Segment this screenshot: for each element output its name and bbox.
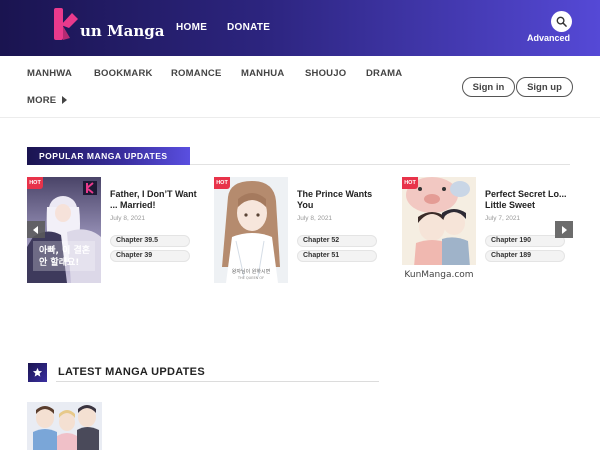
category-bookmark[interactable]: BOOKMARK (94, 68, 153, 79)
category-romance[interactable]: ROMANCE (171, 68, 221, 79)
section-divider (190, 164, 570, 165)
more-menu[interactable]: MORE (27, 95, 68, 106)
manga-title[interactable]: The Prince Wants You (297, 189, 389, 211)
popular-section-header: POPULAR MANGA UPDATES (27, 147, 190, 165)
star-icon (32, 367, 43, 377)
chapter-link[interactable]: Chapter 190 (485, 235, 565, 247)
manga-card[interactable]: 아빠, 이 결혼 안 할래요! HOT Father, I Don’T Want… (27, 177, 207, 283)
manga-title[interactable]: Father, I Don’T Want ... Married! (110, 189, 202, 211)
chapter-link[interactable]: Chapter 51 (297, 250, 377, 262)
chapter-link[interactable]: Chapter 52 (297, 235, 377, 247)
advanced-search-link[interactable]: Advanced (527, 33, 570, 43)
hot-badge: HOT (214, 177, 230, 189)
chevron-right-icon (562, 225, 567, 234)
category-manhwa[interactable]: MANHWA (27, 68, 72, 79)
manga-cover[interactable]: KunManga.com HOT (402, 177, 476, 283)
svg-text:아빠, 이 결혼: 아빠, 이 결혼 (39, 244, 90, 256)
search-button[interactable] (551, 11, 572, 32)
logo-k-icon (54, 8, 78, 40)
category-manhua[interactable]: MANHUA (241, 68, 284, 79)
latest-manga-cover[interactable] (27, 402, 102, 450)
hot-badge: HOT (402, 177, 418, 189)
caret-right-icon (62, 96, 68, 104)
more-label: MORE (27, 95, 57, 106)
svg-text:THE QUEEN OF: THE QUEEN OF (237, 276, 264, 280)
manga-date: July 8, 2021 (110, 215, 146, 222)
category-drama[interactable]: DRAMA (366, 68, 402, 79)
cover-art-latest (27, 402, 102, 450)
cover-art-2: 왕자님이 원하시면 THE QUEEN OF (214, 177, 288, 283)
chapter-link[interactable]: Chapter 39.5 (110, 235, 190, 247)
logo-text: un Manga (80, 22, 165, 40)
search-icon (556, 16, 567, 27)
manga-date: July 8, 2021 (297, 215, 333, 222)
manga-title[interactable]: Perfect Secret Lo... Little Sweet (485, 189, 577, 211)
site-logo[interactable]: un Manga (52, 8, 164, 48)
popular-section-title: POPULAR MANGA UPDATES (39, 151, 168, 161)
nav-donate[interactable]: DONATE (227, 22, 270, 33)
latest-section-title: LATEST MANGA UPDATES (58, 366, 205, 378)
manga-cover[interactable]: 왕자님이 원하시면 THE QUEEN OF HOT (214, 177, 288, 283)
sign-up-button[interactable]: Sign up (516, 77, 573, 97)
site-header: un Manga HOME DONATE Advanced (0, 0, 600, 56)
cover-art-3: KunManga.com (402, 177, 476, 283)
svg-text:왕자님이 원하시면: 왕자님이 원하시면 (232, 268, 271, 275)
cover-watermark: KunManga.com (404, 270, 473, 280)
manga-date: July 7, 2021 (485, 215, 521, 222)
sign-in-button[interactable]: Sign in (462, 77, 515, 97)
hot-badge: HOT (27, 177, 43, 189)
chapter-link[interactable]: Chapter 39 (110, 250, 190, 262)
nav-home[interactable]: HOME (176, 22, 207, 33)
category-bar: MANHWA BOOKMARK ROMANCE MANHUA SHOUJO DR… (0, 56, 600, 118)
svg-text:안 할래요!: 안 할래요! (39, 256, 79, 268)
latest-section-icon (28, 363, 47, 382)
chapter-link[interactable]: Chapter 189 (485, 250, 565, 262)
slider-next-button[interactable] (555, 221, 573, 238)
category-shoujo[interactable]: SHOUJO (305, 68, 346, 79)
section-divider (56, 381, 379, 382)
manga-card[interactable]: 왕자님이 원하시면 THE QUEEN OF HOT The Prince Wa… (214, 177, 394, 283)
slider-prev-button[interactable] (27, 221, 45, 238)
chevron-left-icon (33, 225, 38, 234)
